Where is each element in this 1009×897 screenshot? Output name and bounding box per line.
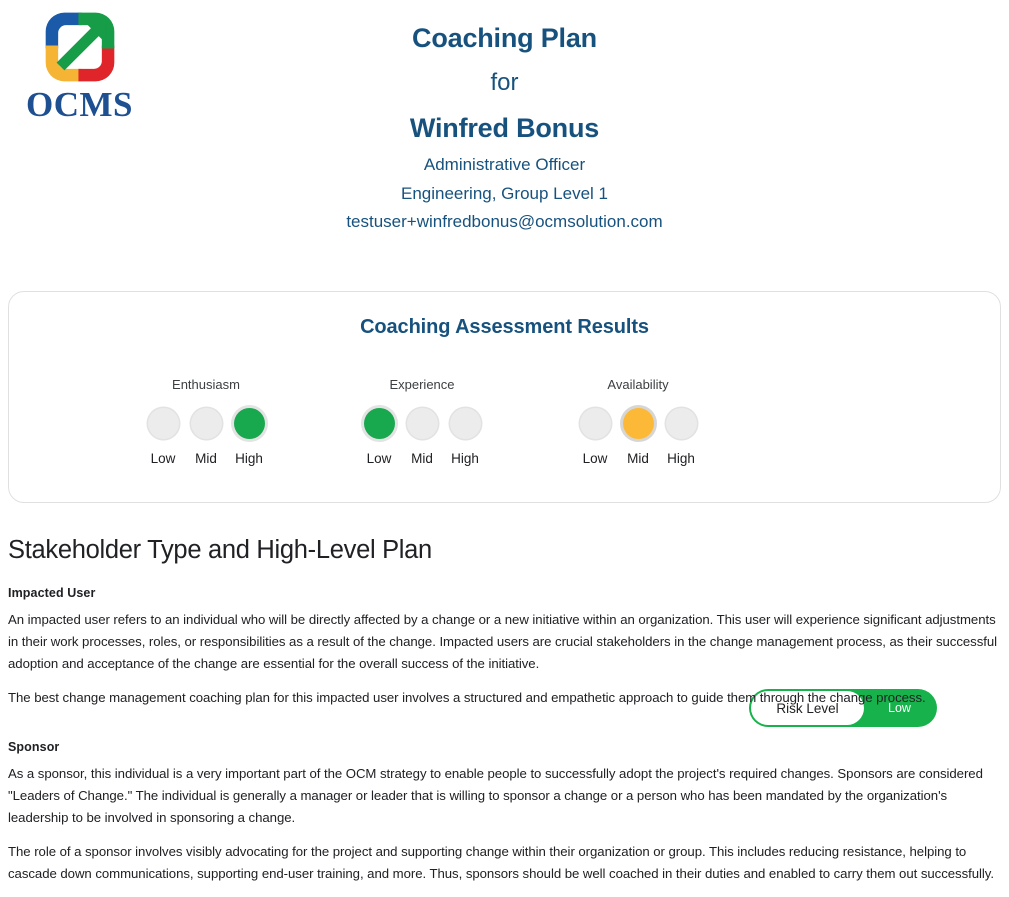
meter-dot-caption: High	[667, 451, 695, 466]
meter-dot-selected[interactable]	[233, 408, 265, 439]
meter-dot-selected[interactable]	[363, 408, 395, 439]
plan-group-subheading: Sponsor	[8, 740, 60, 754]
plan-paragraph: The best change management coaching plan…	[8, 690, 926, 705]
meter-dot-caption: Low	[366, 451, 392, 466]
meter-label: Enthusiasm	[172, 377, 240, 392]
plan-paragraph: The role of a sponsor involves visibly a…	[8, 844, 994, 881]
meter-dot[interactable]	[449, 408, 481, 439]
meter-option-low[interactable]: Low	[579, 408, 611, 466]
page-title: Coaching Plan	[412, 23, 597, 53]
section-divider-space	[8, 721, 1001, 739]
meter-availability: Availability Low Mid High	[548, 378, 728, 466]
meter-option-high[interactable]: High	[665, 408, 697, 466]
meter-dot-caption: Mid	[195, 451, 217, 466]
person-name: Winfred Bonus	[409, 113, 600, 143]
meter-dot-caption: Mid	[411, 451, 433, 466]
meter-dot-group: Low Mid High	[548, 408, 728, 466]
title-connector: for	[490, 69, 519, 96]
plan-paragraph: As a sponsor, this individual is a very …	[8, 766, 983, 825]
meter-dot[interactable]	[579, 408, 611, 439]
meter-label: Availability	[607, 377, 669, 392]
meter-option-mid[interactable]: Mid	[190, 408, 222, 466]
section-heading: Stakeholder Type and High-Level Plan	[8, 536, 432, 564]
meter-enthusiasm: Enthusiasm Low Mid High	[116, 378, 296, 466]
person-email: testuser+winfredbonus@ocmsolution.com	[346, 212, 663, 231]
assessment-meters-row: Enthusiasm Low Mid High Experience Low M…	[9, 378, 1002, 478]
meter-option-low[interactable]: Low	[363, 408, 395, 466]
meter-dot-caption: High	[235, 451, 263, 466]
meter-option-high[interactable]: High	[449, 408, 481, 466]
meter-option-high[interactable]: High	[233, 408, 265, 466]
plan-group-impacted-user: Impacted User An impacted user refers to…	[8, 585, 1001, 709]
plan-paragraph: An impacted user refers to an individual…	[8, 612, 998, 671]
meter-dot-caption: Low	[582, 451, 608, 466]
meter-dot[interactable]	[406, 408, 438, 439]
coaching-plan-page: OCMS Coaching Plan for Winfred Bonus Adm…	[0, 0, 1009, 888]
meter-dot[interactable]	[190, 408, 222, 439]
meter-option-mid[interactable]: Mid	[622, 408, 654, 466]
meter-option-low[interactable]: Low	[147, 408, 179, 466]
meter-dot-group: Low Mid High	[116, 408, 296, 466]
meter-dot-selected[interactable]	[622, 408, 654, 439]
meter-label: Experience	[389, 377, 455, 392]
meter-dot-caption: Low	[150, 451, 176, 466]
meter-experience: Experience Low Mid High	[332, 378, 512, 466]
meter-option-mid[interactable]: Mid	[406, 408, 438, 466]
stakeholder-plan-section: Stakeholder Type and High-Level Plan Imp…	[8, 533, 1001, 897]
meter-dot[interactable]	[665, 408, 697, 439]
page-header: OCMS Coaching Plan for Winfred Bonus Adm…	[0, 0, 1009, 262]
meter-dot[interactable]	[147, 408, 179, 439]
meter-dot-group: Low Mid High	[332, 408, 512, 466]
title-block: Coaching Plan for Winfred Bonus Administ…	[0, 16, 1009, 237]
plan-group-sponsor: Sponsor As a sponsor, this individual is…	[8, 739, 1001, 885]
person-role: Administrative Officer	[423, 155, 586, 174]
coaching-assessment-card: Coaching Assessment Results Enthusiasm L…	[8, 291, 1002, 727]
plan-group-subheading: Impacted User	[8, 586, 96, 600]
assessment-card-title: Coaching Assessment Results	[360, 316, 649, 338]
person-department: Engineering, Group Level 1	[401, 183, 608, 203]
meter-dot-caption: Mid	[627, 451, 649, 466]
meter-dot-caption: High	[451, 451, 479, 466]
